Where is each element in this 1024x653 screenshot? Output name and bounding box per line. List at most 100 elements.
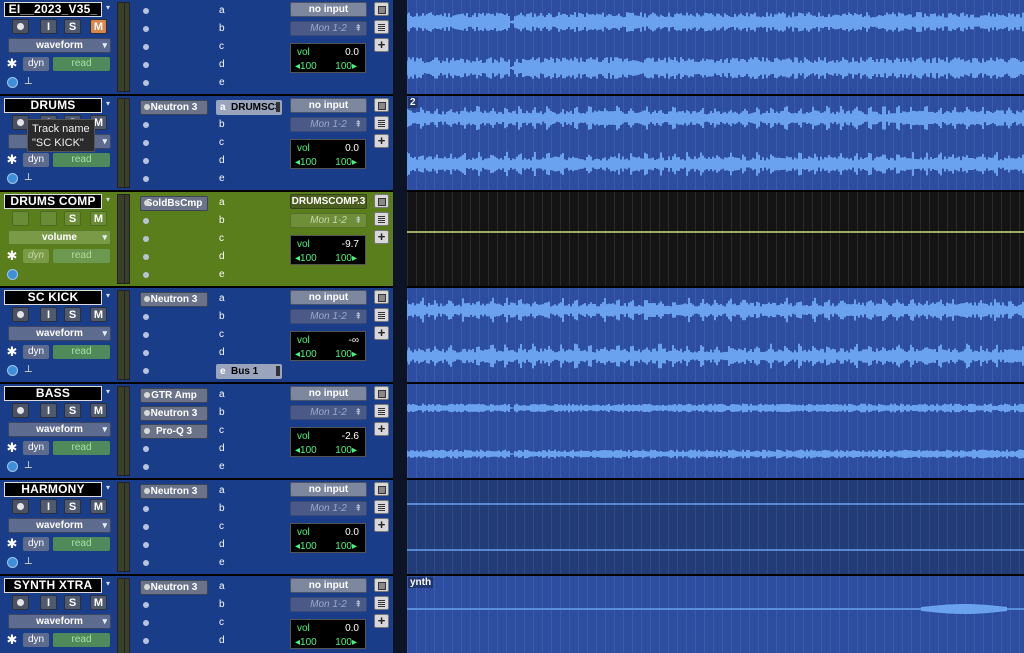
send-label[interactable]: d: [219, 346, 229, 360]
input-monitor-button[interactable]: I: [40, 595, 57, 610]
mute-button[interactable]: M: [90, 595, 107, 610]
solo-button[interactable]: S: [64, 499, 81, 514]
record-enable-button[interactable]: [12, 595, 29, 610]
io-settings-icon[interactable]: [374, 578, 389, 592]
send-slot[interactable]: e Bus 1: [216, 364, 282, 379]
input-monitor-button[interactable]: I: [40, 403, 57, 418]
timebase-globe-icon[interactable]: [7, 77, 18, 88]
automation-mode-read[interactable]: read: [53, 153, 110, 167]
empty-insert-slot[interactable]: [143, 350, 149, 356]
comments-icon[interactable]: [374, 500, 389, 514]
timebase-globe-icon[interactable]: [7, 269, 18, 280]
comments-icon[interactable]: [374, 20, 389, 34]
send-label[interactable]: b: [219, 310, 229, 324]
track-menu-arrow-icon[interactable]: ▾: [106, 99, 110, 108]
add-icon[interactable]: +: [374, 614, 389, 628]
send-label[interactable]: c: [219, 520, 229, 534]
send-label[interactable]: e: [219, 76, 229, 90]
add-icon[interactable]: +: [374, 326, 389, 340]
automation-star-icon[interactable]: ✱: [6, 345, 18, 359]
comments-icon[interactable]: [374, 116, 389, 130]
output-selector[interactable]: Mon 1-2 ⇞: [290, 405, 367, 420]
pan-left[interactable]: ◂100: [295, 349, 317, 360]
input-selector[interactable]: no input: [290, 98, 367, 113]
tuning-fork-icon[interactable]: ⊥: [24, 460, 34, 472]
send-label[interactable]: c: [219, 40, 229, 54]
tuning-fork-icon[interactable]: ⊥: [24, 76, 34, 88]
empty-insert-slot[interactable]: [143, 254, 149, 260]
empty-insert-slot[interactable]: [143, 62, 149, 68]
send-label[interactable]: b: [219, 502, 229, 516]
pan-right[interactable]: 100▸: [335, 349, 357, 360]
send-label[interactable]: d: [219, 154, 229, 168]
track-view-dropdown[interactable]: waveform: [8, 614, 111, 629]
track-view-dropdown[interactable]: volume: [8, 230, 111, 245]
vol-value[interactable]: -2.6: [342, 431, 359, 442]
pan-left[interactable]: ◂100: [295, 541, 317, 552]
insert-slot[interactable]: Pro-Q 3: [140, 424, 208, 439]
automation-mode-read[interactable]: read: [53, 57, 110, 71]
tuning-fork-icon[interactable]: ⊥: [24, 172, 34, 184]
input-selector[interactable]: no input: [290, 386, 367, 401]
send-label[interactable]: a: [219, 388, 229, 402]
vol-value[interactable]: 0.0: [345, 47, 359, 58]
track-view-dropdown[interactable]: waveform: [8, 518, 111, 533]
empty-insert-slot[interactable]: [143, 272, 149, 278]
send-label[interactable]: d: [219, 442, 229, 456]
empty-insert-slot[interactable]: [143, 8, 149, 14]
send-label[interactable]: e: [219, 268, 229, 282]
add-icon[interactable]: +: [374, 38, 389, 52]
empty-insert-slot[interactable]: [143, 638, 149, 644]
automation-mode-read[interactable]: read: [53, 441, 110, 455]
input-selector[interactable]: no input: [290, 2, 367, 17]
empty-insert-slot[interactable]: [143, 602, 149, 608]
io-settings-icon[interactable]: [374, 482, 389, 496]
pan-left[interactable]: ◂100: [295, 61, 317, 72]
pan-left[interactable]: ◂100: [295, 445, 317, 456]
send-label[interactable]: a: [219, 4, 229, 18]
mute-button[interactable]: M: [90, 211, 107, 226]
empty-insert-slot[interactable]: [143, 506, 149, 512]
record-enable-button[interactable]: [12, 211, 29, 226]
timebase-globe-icon[interactable]: [7, 173, 18, 184]
automation-mode-read[interactable]: read: [53, 633, 110, 647]
timebase-globe-icon[interactable]: [7, 365, 18, 376]
comments-icon[interactable]: [374, 404, 389, 418]
insert-slot[interactable]: GTR Amp: [140, 388, 208, 403]
track-lane[interactable]: [407, 384, 1024, 480]
pan-right[interactable]: 100▸: [335, 61, 357, 72]
track-name[interactable]: EI__2023_V35_: [4, 2, 102, 17]
send-label[interactable]: d: [219, 634, 229, 648]
track-view-dropdown[interactable]: waveform: [8, 38, 111, 53]
solo-button[interactable]: S: [64, 211, 81, 226]
vol-value[interactable]: 0.0: [345, 623, 359, 634]
send-label[interactable]: d: [219, 58, 229, 72]
track-name[interactable]: HARMONY: [4, 482, 102, 497]
dyn-button[interactable]: dyn: [23, 633, 49, 647]
add-icon[interactable]: +: [374, 518, 389, 532]
send-label[interactable]: b: [219, 406, 229, 420]
track-name[interactable]: SYNTH XTRA: [4, 578, 102, 593]
track-menu-arrow-icon[interactable]: ▾: [106, 3, 110, 12]
pan-right[interactable]: 100▸: [335, 541, 357, 552]
input-monitor-button[interactable]: [40, 211, 57, 226]
output-selector[interactable]: Mon 1-2 ⇞: [290, 213, 367, 228]
solo-button[interactable]: S: [64, 403, 81, 418]
track-view-dropdown[interactable]: waveform: [8, 422, 111, 437]
empty-insert-slot[interactable]: [143, 44, 149, 50]
dyn-button[interactable]: dyn: [23, 57, 49, 71]
empty-insert-slot[interactable]: [143, 26, 149, 32]
empty-insert-slot[interactable]: [143, 620, 149, 626]
io-settings-icon[interactable]: [374, 194, 389, 208]
empty-insert-slot[interactable]: [143, 140, 149, 146]
send-label[interactable]: b: [219, 22, 229, 36]
empty-insert-slot[interactable]: [143, 122, 149, 128]
send-label[interactable]: b: [219, 214, 229, 228]
dyn-button[interactable]: dyn: [23, 345, 49, 359]
empty-insert-slot[interactable]: [143, 80, 149, 86]
track-name[interactable]: BASS: [4, 386, 102, 401]
volume-pan-display[interactable]: vol 0.0 ◂100 100▸: [290, 619, 366, 649]
send-label[interactable]: e: [219, 556, 229, 570]
track-lane[interactable]: [407, 0, 1024, 96]
io-settings-icon[interactable]: [374, 98, 389, 112]
